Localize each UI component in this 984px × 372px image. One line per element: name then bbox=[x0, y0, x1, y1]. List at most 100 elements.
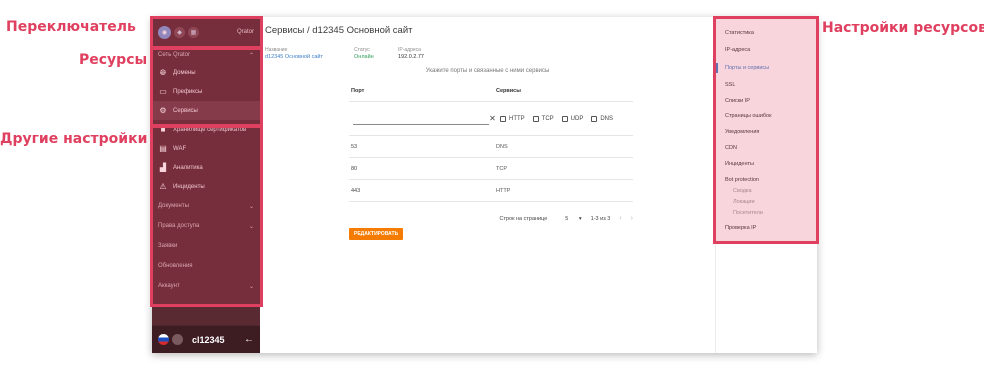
meta-ip: IP-адреса 192.0.2.77 bbox=[398, 47, 424, 60]
checkbox-http[interactable]: HTTP bbox=[500, 115, 525, 122]
prev-page-icon[interactable]: ‹ bbox=[619, 215, 621, 222]
flag-uk-icon[interactable] bbox=[172, 334, 183, 345]
meta-ip-value: 192.0.2.77 bbox=[398, 54, 424, 60]
sidebar: ◉ ◆ ▦ Qrator Сеть Qrator ⌃ 🌐︎ Домены ▭ П… bbox=[152, 17, 260, 353]
ip-icon: ▭ bbox=[159, 87, 167, 96]
port-cell: 80 bbox=[351, 165, 358, 172]
shield-icon[interactable]: ◆ bbox=[174, 26, 185, 38]
ports-hint: Укажите порты и связанные с ними сервисы bbox=[425, 68, 550, 74]
sidebar-item-label: WAF bbox=[173, 145, 187, 152]
sidebar-section-documents[interactable]: Документы ⌄ bbox=[152, 196, 260, 216]
sidebar-section-updates[interactable]: Обновления bbox=[152, 256, 260, 276]
ports-table: Порт Сервисы ✕ HTTP TCP UDP DNS 53 DNS 8… bbox=[349, 80, 633, 202]
sidebar-item-label: Аналитика bbox=[173, 164, 203, 171]
meta-status: Статус Онлайн bbox=[354, 47, 374, 60]
table-header: Порт Сервисы bbox=[349, 80, 633, 102]
warning-icon: ⚠ bbox=[159, 182, 167, 191]
rows-per-page-select[interactable]: 5 ▾ bbox=[556, 216, 581, 222]
rnav-item-bot-protection[interactable]: Bot protection bbox=[725, 177, 759, 183]
port-input-cell: ✕ bbox=[349, 112, 496, 125]
sidebar-item-label: Инциденты bbox=[173, 183, 205, 190]
sidebar-item-waf[interactable]: ▤ WAF bbox=[152, 139, 260, 158]
checkbox-box[interactable] bbox=[561, 115, 568, 122]
sidebar-footer: cl12345 ← bbox=[152, 325, 260, 353]
sidebar-section-label: Документы bbox=[158, 203, 189, 209]
sidebar-section-account[interactable]: Аккаунт ⌄ bbox=[152, 276, 260, 296]
sidebar-item-analytics[interactable]: ▟ Аналитика bbox=[152, 158, 260, 177]
status-badge: Онлайн bbox=[354, 54, 374, 60]
checkbox-box[interactable] bbox=[500, 115, 506, 122]
rnav-item-iplists[interactable]: Списки IP bbox=[725, 98, 750, 104]
rnav-item-ip-check[interactable]: Проверка IP bbox=[725, 225, 756, 231]
rnav-item-cdn[interactable]: CDN bbox=[725, 145, 737, 151]
sidebar-group-label: Сеть Qrator bbox=[158, 52, 191, 58]
callout-other-settings: Другие настройки bbox=[0, 131, 148, 147]
lock-icon: ■ bbox=[160, 125, 166, 134]
table-pagination: Строк на странице 5 ▾ 1-3 из 3 ‹ › bbox=[349, 215, 633, 222]
checkbox-udp[interactable]: UDP bbox=[561, 115, 583, 122]
checkbox-box[interactable] bbox=[591, 115, 598, 122]
chevron-down-icon: ⌄ bbox=[248, 223, 254, 230]
sidebar-item-incidents[interactable]: ⚠ Инциденты bbox=[152, 177, 260, 196]
rnav-item-notifications[interactable]: Уведомления bbox=[725, 129, 759, 135]
sidebar-section-requests[interactable]: Заявки bbox=[152, 236, 260, 256]
table-row[interactable]: 53 DNS bbox=[349, 136, 633, 158]
sidebar-section-access[interactable]: Права доступа ⌄ bbox=[152, 216, 260, 236]
meta-name-value[interactable]: d12345 Основной сайт bbox=[265, 54, 323, 60]
rnav-item-ports[interactable]: Порты и сервисы bbox=[725, 65, 769, 71]
dns-icon[interactable]: ◉ bbox=[158, 25, 171, 39]
table-row[interactable]: 443 HTTP bbox=[349, 180, 633, 202]
stage: Переключатель Ресурсы Другие настройки Н… bbox=[0, 0, 984, 372]
caret-down-icon: ▾ bbox=[578, 215, 582, 222]
sidebar-item-label: Хранилище сертификатов bbox=[173, 126, 247, 133]
services-icon: ⚙ bbox=[159, 106, 167, 115]
rnav-item-incidents[interactable]: Инциденты bbox=[725, 161, 754, 167]
product-switcher: ◉ ◆ ▦ Qrator bbox=[152, 17, 260, 47]
port-input[interactable] bbox=[353, 112, 489, 125]
rnav-subitem-visitors[interactable]: Посетители bbox=[733, 210, 763, 216]
waf-icon: ▤ bbox=[159, 144, 167, 153]
account-id: cl12345 bbox=[192, 334, 225, 345]
rnav-subitem-summary[interactable]: Сводка bbox=[733, 188, 752, 194]
page-title: Сервисы / d12345 Основной сайт bbox=[265, 25, 413, 36]
sidebar-item-prefixes[interactable]: ▭ Префиксы bbox=[152, 82, 260, 101]
new-port-row: ✕ HTTP TCP UDP DNS bbox=[349, 102, 633, 136]
checkbox-tcp[interactable]: TCP bbox=[532, 115, 554, 122]
checkbox-dns[interactable]: DNS bbox=[591, 115, 614, 122]
table-row[interactable]: 80 TCP bbox=[349, 158, 633, 180]
checkbox-box[interactable] bbox=[532, 115, 539, 122]
rnav-item-error-pages[interactable]: Страницы ошибок bbox=[725, 113, 772, 119]
app-window: ◉ ◆ ▦ Qrator Сеть Qrator ⌃ 🌐︎ Домены ▭ П… bbox=[152, 17, 817, 353]
globe-icon: 🌐︎ bbox=[159, 67, 167, 77]
sidebar-item-certificates[interactable]: ■ Хранилище сертификатов bbox=[152, 120, 260, 139]
back-arrow-icon[interactable]: ← bbox=[244, 334, 254, 345]
rnav-item-statistics[interactable]: Статистика bbox=[725, 30, 754, 36]
meta-name: Название d12345 Основной сайт bbox=[265, 47, 323, 60]
sidebar-section-label: Заявки bbox=[158, 243, 178, 249]
page-range: 1-3 из 3 bbox=[590, 215, 611, 222]
sidebar-section-label: Обновления bbox=[158, 263, 193, 269]
sidebar-group-network[interactable]: Сеть Qrator ⌃ bbox=[152, 47, 260, 63]
chevron-up-icon: ⌃ bbox=[248, 52, 254, 59]
next-page-icon[interactable]: › bbox=[631, 215, 633, 222]
rows-per-page-label: Строк на странице bbox=[499, 215, 548, 222]
chart-icon: ▟ bbox=[159, 163, 167, 172]
clear-icon[interactable]: ✕ bbox=[489, 114, 496, 123]
grid-icon[interactable]: ▦ bbox=[188, 26, 199, 38]
rows-per-page-value: 5 bbox=[565, 215, 569, 222]
checkbox-label: TCP bbox=[541, 115, 554, 122]
sidebar-item-domains[interactable]: 🌐︎ Домены bbox=[152, 63, 260, 82]
meta-name-label: Название bbox=[265, 47, 288, 53]
edit-button[interactable]: РЕДАКТИРОВАТЬ bbox=[349, 228, 404, 240]
flag-ru-icon[interactable] bbox=[158, 334, 169, 345]
rnav-item-ip[interactable]: IP-адреса bbox=[725, 47, 750, 53]
col-services-header: Сервисы bbox=[496, 87, 521, 94]
brand-label: Qrator bbox=[236, 29, 254, 35]
rnav-subitem-locations[interactable]: Локации bbox=[733, 199, 755, 205]
meta-ip-label: IP-адреса bbox=[398, 47, 421, 53]
checkbox-label: DNS bbox=[600, 115, 614, 122]
callout-resource-settings: Настройки ресурсов bbox=[822, 20, 984, 36]
sidebar-item-services[interactable]: ⚙ Сервисы bbox=[152, 101, 260, 120]
service-cell: HTTP bbox=[496, 187, 511, 194]
rnav-item-ssl[interactable]: SSL bbox=[725, 82, 735, 88]
